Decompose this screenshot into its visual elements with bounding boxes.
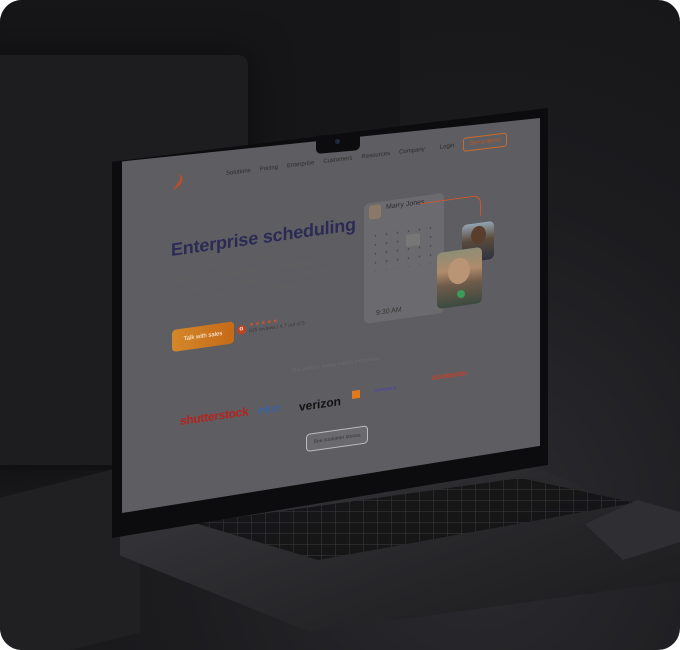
see-customer-stories-button[interactable]: See customer stories <box>306 425 368 452</box>
website-content: Solutions Pricing Enterprise Customers R… <box>0 0 680 650</box>
trusted-by-label: The platform fueling today's enterprises <box>292 355 380 374</box>
home-depot-logo-icon <box>352 389 360 399</box>
video-call-icon[interactable] <box>457 290 465 298</box>
workplace-logo: workplace <box>374 384 397 394</box>
shutterstock-logo: shutterstock <box>180 404 249 428</box>
nav-item-customers[interactable]: Customers <box>323 155 352 165</box>
verizon-logo: verizon <box>299 394 342 414</box>
talk-with-sales-button[interactable]: Talk with sales <box>172 321 234 352</box>
calendar-selected-day[interactable] <box>406 233 420 247</box>
chili-logo-icon[interactable] <box>171 171 185 191</box>
avatar <box>369 204 381 220</box>
nav-item-solutions[interactable]: Solutions <box>226 168 251 177</box>
review-rating: G ★★★★★ 815 reviews | 4.7 out of 5 <box>237 314 305 336</box>
nav-item-company[interactable]: Company <box>399 147 425 156</box>
infurt-logo: infurt <box>258 402 281 417</box>
doordash-logo: DOORDASH <box>432 371 468 382</box>
device-mockup-frame: Solutions Pricing Enterprise Customers R… <box>0 0 680 650</box>
nav-item-enterprise[interactable]: Enterprise <box>287 160 314 169</box>
g2-badge-icon: G <box>237 324 246 335</box>
nav-item-resources[interactable]: Resources <box>361 151 390 161</box>
login-link[interactable]: Login <box>440 143 455 151</box>
get-demo-button[interactable]: Get a demo <box>463 132 507 152</box>
top-navigation: Solutions Pricing Enterprise Customers R… <box>226 132 507 181</box>
nav-item-pricing[interactable]: Pricing <box>260 165 278 173</box>
